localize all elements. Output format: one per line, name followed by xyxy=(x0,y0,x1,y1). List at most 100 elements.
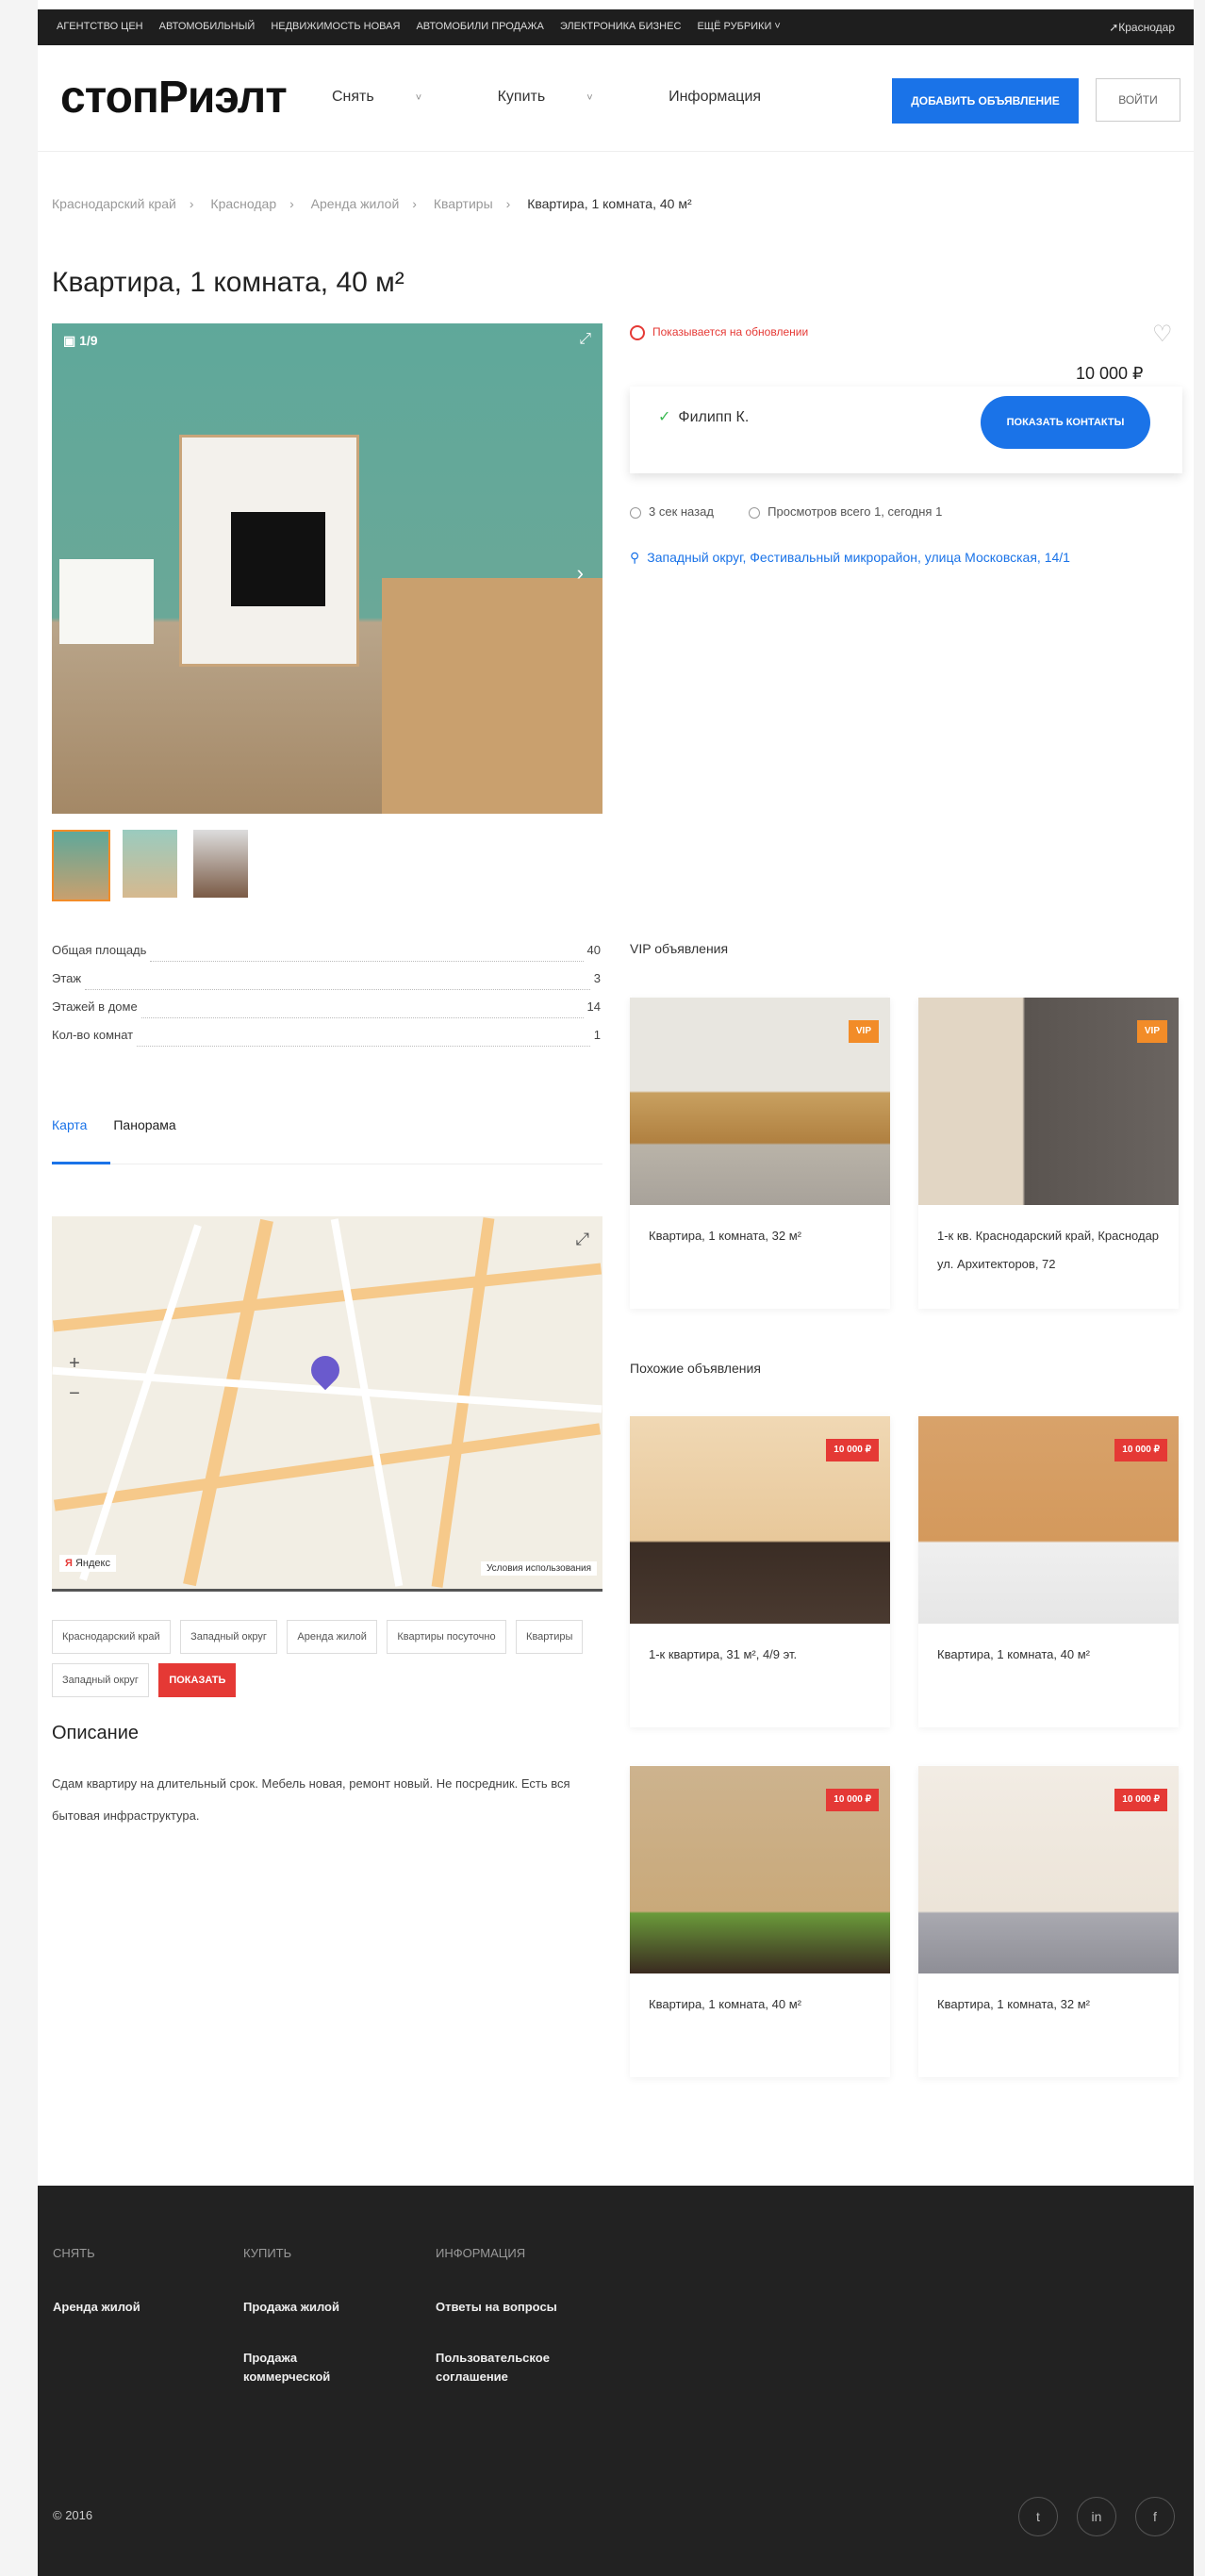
tag[interactable]: Аренда жилой xyxy=(287,1620,377,1654)
tag[interactable]: Краснодарский край xyxy=(52,1620,171,1654)
spec-value: 1 xyxy=(593,1028,601,1042)
price-badge: 10 000 ₽ xyxy=(826,1789,879,1811)
tag[interactable]: Западный округ xyxy=(180,1620,277,1654)
nav-label: Информация xyxy=(669,89,762,105)
top-link[interactable]: НЕДВИЖИМОСТЬ НОВАЯ xyxy=(271,21,400,32)
login-button[interactable]: ВОЙТИ xyxy=(1096,78,1180,122)
location-icon: ➚ xyxy=(1109,21,1119,34)
copyright: © 2016 xyxy=(53,2508,93,2522)
spec-value: 3 xyxy=(593,971,601,985)
eye-icon xyxy=(749,506,761,519)
breadcrumb-separator: › xyxy=(505,196,511,211)
nav-item-rent[interactable]: Снять ˅ xyxy=(332,89,457,105)
instagram-icon[interactable]: in xyxy=(1077,2497,1116,2536)
vip-heading: VIP объявления xyxy=(630,941,729,956)
breadcrumb: Краснодарский край › Краснодар › Аренда жи… xyxy=(52,196,692,211)
top-link[interactable]: АВТОМОБИЛЬНЫЙ xyxy=(159,21,256,32)
spec-leader xyxy=(85,971,590,990)
similar-listing-card[interactable]: 10 000 ₽ 1-к квартира, 31 м², 4/9 эт. xyxy=(630,1416,890,1727)
show-contacts-button[interactable]: ПОКАЗАТЬ КОНТАКТЫ xyxy=(981,396,1150,449)
site-footer: СНЯТЬ Аренда жилой КУПИТЬ Продажа жилой … xyxy=(38,2186,1194,2576)
breadcrumb-item[interactable]: Краснодар xyxy=(210,196,276,211)
breadcrumb-item[interactable]: Квартиры xyxy=(434,196,493,211)
map-terms-link[interactable]: Условия использования xyxy=(481,1561,597,1576)
meta-time: 3 сек назад xyxy=(649,504,714,519)
tag[interactable]: Квартиры xyxy=(516,1620,584,1654)
nav-item-info[interactable]: Информация xyxy=(669,89,797,105)
vip-listing-card[interactable]: VIP 1-к кв. Краснодарский край, Краснода… xyxy=(918,998,1179,1309)
price-badge: 10 000 ₽ xyxy=(826,1439,879,1461)
listing-photo: 10 000 ₽ xyxy=(630,1766,890,1973)
breadcrumb-item[interactable]: Краснодарский край xyxy=(52,196,176,211)
top-link[interactable]: АГЕНТСТВО ЦЕН xyxy=(57,21,143,32)
description-text: Сдам квартиру на длительный срок. Мебель… xyxy=(52,1776,570,1823)
nav-item-buy[interactable]: Купить ˅ xyxy=(498,89,629,105)
similar-heading: Похожие объявления xyxy=(630,1361,761,1376)
check-icon: ✓ xyxy=(658,409,671,425)
photo-tv xyxy=(231,512,325,606)
spec-label: Этаж xyxy=(52,971,82,985)
address-text: Западный округ, Фестивальный микрорайон,… xyxy=(647,550,1070,565)
status-text: Показывается на обновлении xyxy=(652,325,809,339)
footer-column: СНЯТЬ Аренда жилой xyxy=(53,2246,194,2349)
main-photo[interactable]: ▣ 1/9 ⤢ › xyxy=(52,323,602,814)
tab-map[interactable]: Карта xyxy=(52,1117,87,1132)
site-logo[interactable]: стопРиэлт xyxy=(60,72,288,124)
spec-row: Этаж 3 xyxy=(52,971,601,999)
nav-label: Снять xyxy=(332,89,374,105)
description-heading: Описание xyxy=(52,1723,140,1743)
spec-leader xyxy=(137,1028,590,1047)
fullscreen-icon[interactable]: ⤢ xyxy=(576,1230,589,1249)
map-street xyxy=(330,1218,404,1587)
map-road xyxy=(54,1423,601,1511)
next-arrow-icon[interactable]: › xyxy=(577,561,584,586)
tab-panorama[interactable]: Панорама xyxy=(113,1117,175,1132)
similar-listing-card[interactable]: 10 000 ₽ Квартира, 1 комната, 32 м² xyxy=(918,1766,1179,2077)
vip-badge: VIP xyxy=(848,1020,879,1043)
footer-link[interactable]: Продажа жилой xyxy=(243,2298,385,2317)
similar-listing-card[interactable]: 10 000 ₽ Квартира, 1 комната, 40 м² xyxy=(918,1416,1179,1727)
zoom-out-icon[interactable]: − xyxy=(61,1379,88,1409)
thumbnail[interactable] xyxy=(123,830,177,898)
breadcrumb-item[interactable]: Аренда жилой xyxy=(311,196,400,211)
top-link[interactable]: ЭЛЕКТРОНИКА БИЗНЕС xyxy=(560,21,682,32)
footer-link[interactable]: Ответы на вопросы xyxy=(436,2298,577,2317)
top-link[interactable]: ЕЩЁ РУБРИКИ ˅ xyxy=(697,21,780,32)
breadcrumb-separator: › xyxy=(289,196,294,211)
seller-info: ✓ Филипп К. xyxy=(658,407,749,426)
twitter-icon[interactable]: t xyxy=(1018,2497,1058,2536)
vip-listing-card[interactable]: VIP Квартира, 1 комната, 32 м² xyxy=(630,998,890,1309)
footer-link[interactable]: Продажа коммерческой xyxy=(243,2349,385,2386)
thumbnail[interactable] xyxy=(52,830,110,901)
photo-radiator xyxy=(59,559,154,644)
pin-icon: ⚲ xyxy=(630,550,640,565)
chevron-down-icon: ˅ xyxy=(586,92,593,104)
tag[interactable]: Квартиры посуточно xyxy=(387,1620,506,1654)
location-map[interactable]: + − ⤢ Я Яндекс Условия использования xyxy=(52,1216,602,1589)
show-more-tags-button[interactable]: ПОКАЗАТЬ xyxy=(158,1663,237,1697)
add-listing-button[interactable]: ДОБАВИТЬ ОБЪЯВЛЕНИЕ xyxy=(892,78,1079,124)
zoom-in-icon[interactable]: + xyxy=(61,1348,88,1379)
yandex-label: Яндекс xyxy=(74,1558,110,1569)
city-label: Краснодар xyxy=(1118,21,1175,34)
spec-value: 14 xyxy=(586,999,601,1014)
tag-list: Краснодарский край Западный округ Аренда… xyxy=(52,1620,602,1707)
listing-caption: 1-к квартира, 31 м², 4/9 эт. xyxy=(649,1647,798,1661)
breadcrumb-current: Квартира, 1 комната, 40 м² xyxy=(527,196,692,211)
yandex-logo[interactable]: Я Яндекс xyxy=(59,1555,116,1572)
similar-listing-card[interactable]: 10 000 ₽ Квартира, 1 комната, 40 м² xyxy=(630,1766,890,2077)
footer-link[interactable]: Пользовательское соглашение xyxy=(436,2349,577,2386)
favorite-heart-icon[interactable]: ♡ xyxy=(1152,321,1173,348)
listing-photo: 10 000 ₽ xyxy=(630,1416,890,1624)
tag[interactable]: Западный округ xyxy=(52,1663,149,1697)
city-selector[interactable]: ➚Краснодар xyxy=(1109,21,1175,34)
price-badge: 10 000 ₽ xyxy=(1114,1439,1167,1461)
top-link[interactable]: АВТОМОБИЛИ ПРОДАЖА xyxy=(416,21,543,32)
listing-address[interactable]: ⚲ Западный округ, Фестивальный микрорайон… xyxy=(630,550,1070,566)
photo-counter-value: 1/9 xyxy=(79,333,98,348)
footer-link[interactable]: Аренда жилой xyxy=(53,2298,194,2317)
facebook-icon[interactable]: f xyxy=(1135,2497,1175,2536)
expand-icon[interactable]: ⤢ xyxy=(579,331,591,348)
spec-leader xyxy=(150,943,584,962)
thumbnail[interactable] xyxy=(193,830,248,898)
